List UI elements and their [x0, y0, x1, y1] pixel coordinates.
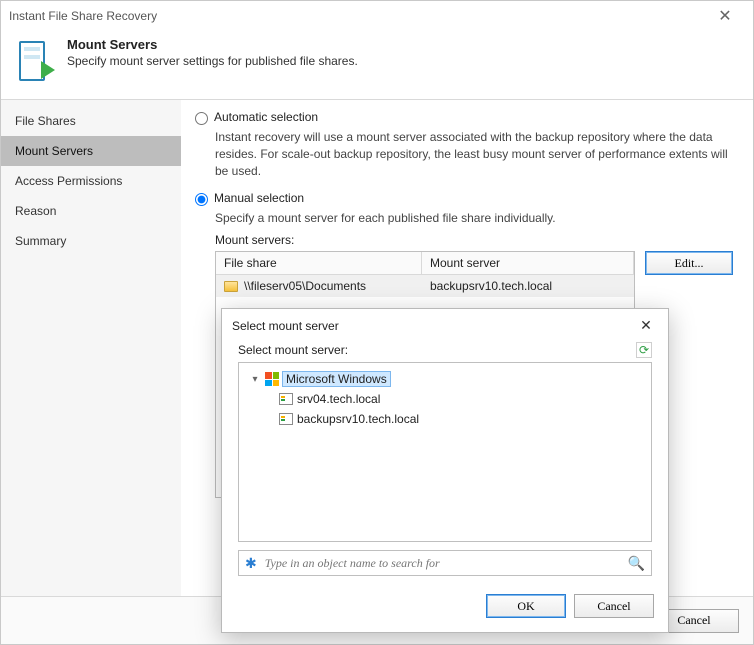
tree-item-label: srv04.tech.local — [297, 392, 380, 406]
tree-item-server-1[interactable]: backupsrv10.tech.local — [245, 409, 645, 429]
titlebar: Instant File Share Recovery ✕ — [1, 1, 753, 31]
edit-button[interactable]: Edit... — [645, 251, 733, 275]
mount-servers-icon — [13, 39, 57, 87]
tree-root-label: Microsoft Windows — [283, 372, 390, 386]
radio-automatic[interactable]: Automatic selection — [195, 110, 733, 125]
radio-manual[interactable]: Manual selection — [195, 191, 733, 206]
page-subtitle: Specify mount server settings for publis… — [67, 54, 358, 68]
radio-manual-label: Manual selection — [214, 191, 304, 205]
page-title: Mount Servers — [67, 37, 358, 52]
sidebar-item-mount-servers[interactable]: Mount Servers — [1, 136, 181, 166]
folder-icon — [224, 281, 238, 292]
sidebar-item-reason[interactable]: Reason — [1, 196, 181, 226]
cell-file-share: \\fileserv05\Documents — [244, 279, 366, 293]
sidebar-item-access-permissions[interactable]: Access Permissions — [1, 166, 181, 196]
server-icon — [279, 393, 293, 405]
close-icon[interactable]: ✕ — [705, 6, 745, 26]
dialog-label: Select mount server: — [238, 343, 348, 357]
col-file-share[interactable]: File share — [216, 252, 422, 275]
radio-manual-input[interactable] — [195, 193, 208, 206]
wizard-header: Mount Servers Specify mount server setti… — [1, 31, 753, 99]
automatic-description: Instant recovery will use a mount server… — [215, 129, 733, 179]
search-row: ✱ 🔍 — [238, 550, 652, 576]
manual-description: Specify a mount server for each publishe… — [215, 210, 733, 227]
window-title: Instant File Share Recovery — [9, 9, 157, 23]
refresh-icon[interactable]: ⟳ — [636, 342, 652, 358]
dialog-ok-button[interactable]: OK — [486, 594, 566, 618]
cell-mount-server: backupsrv10.tech.local — [430, 279, 552, 293]
radio-automatic-input[interactable] — [195, 112, 208, 125]
table-row[interactable]: \\fileserv05\Documents backupsrv10.tech.… — [216, 275, 634, 297]
mount-servers-list-label: Mount servers: — [215, 233, 733, 247]
star-icon[interactable]: ✱ — [245, 555, 257, 572]
search-input[interactable] — [263, 555, 622, 572]
dialog-cancel-button[interactable]: Cancel — [574, 594, 654, 618]
select-mount-server-dialog: Select mount server ✕ Select mount serve… — [221, 308, 669, 633]
tree-item-label: backupsrv10.tech.local — [297, 412, 419, 426]
windows-icon — [265, 372, 279, 386]
main-window: Instant File Share Recovery ✕ Mount Serv… — [0, 0, 754, 645]
chevron-down-icon[interactable]: ▾ — [249, 374, 261, 385]
wizard-sidebar: File Shares Mount Servers Access Permiss… — [1, 100, 181, 596]
search-icon[interactable]: 🔍 — [628, 555, 645, 572]
sidebar-item-file-shares[interactable]: File Shares — [1, 106, 181, 136]
dialog-close-icon[interactable]: ✕ — [634, 317, 658, 334]
col-mount-server[interactable]: Mount server — [422, 252, 634, 275]
server-icon — [279, 413, 293, 425]
radio-automatic-label: Automatic selection — [214, 110, 318, 124]
sidebar-item-summary[interactable]: Summary — [1, 226, 181, 256]
dialog-title: Select mount server — [232, 319, 339, 333]
tree-root[interactable]: ▾ Microsoft Windows — [245, 369, 645, 389]
tree-item-server-0[interactable]: srv04.tech.local — [245, 389, 645, 409]
server-tree[interactable]: ▾ Microsoft Windows srv04.tech.local bac… — [238, 362, 652, 542]
